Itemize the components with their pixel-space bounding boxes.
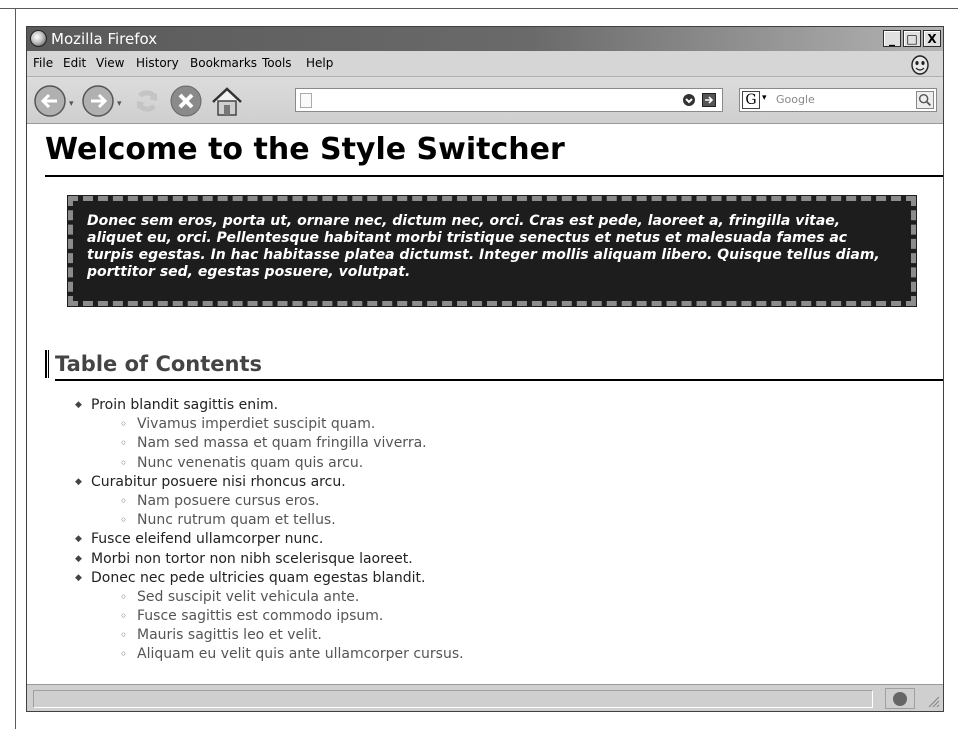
- toc-item: Donec nec pede ultricies quam egestas bl…: [27, 569, 943, 588]
- page-content: Welcome to the Style Switcher Donec sem …: [27, 124, 943, 684]
- engine-dropdown-icon: ▾: [762, 93, 767, 103]
- window-controls: _ □ X: [883, 30, 941, 47]
- toc-heading-bar: [45, 350, 49, 378]
- security-status-icon[interactable]: [893, 692, 907, 706]
- go-arrow-icon[interactable]: [702, 93, 716, 107]
- page-icon: [300, 93, 312, 108]
- resize-grip-icon[interactable]: [926, 694, 940, 708]
- back-dropdown-icon[interactable]: ▾: [69, 99, 74, 109]
- title-bar[interactable]: Mozilla Firefox _ □ X: [27, 27, 943, 51]
- window-title: Mozilla Firefox: [51, 30, 158, 48]
- search-input[interactable]: Google: [776, 89, 815, 111]
- menu-view[interactable]: View: [96, 56, 124, 70]
- home-icon[interactable]: [209, 84, 245, 118]
- toc-item: Morbi non tortor non nibh scelerisque la…: [27, 550, 943, 569]
- forward-dropdown-icon[interactable]: ▾: [117, 99, 122, 109]
- forward-icon[interactable]: [81, 84, 115, 118]
- search-engine-selector[interactable]: G ▾: [742, 91, 772, 109]
- search-icon[interactable]: [916, 91, 934, 109]
- throbber-icon: [911, 55, 929, 75]
- toc-subitem: Nunc rutrum quam et tellus.: [27, 511, 943, 530]
- menu-help[interactable]: Help: [306, 56, 333, 70]
- reload-icon[interactable]: [131, 84, 163, 118]
- status-bar: [27, 684, 943, 711]
- google-icon: G: [742, 91, 760, 109]
- minimize-button[interactable]: _: [883, 30, 901, 47]
- menu-edit[interactable]: Edit: [63, 56, 86, 70]
- toc-item: Curabitur posuere nisi rhoncus arcu.: [27, 473, 943, 492]
- toc-heading: Table of Contents: [55, 352, 263, 376]
- maximize-button[interactable]: □: [903, 30, 921, 47]
- browser-window: Mozilla Firefox _ □ X File Edit View His…: [26, 26, 944, 712]
- page-border-top: [0, 8, 958, 9]
- menu-bar: File Edit View History Bookmarks Tools H…: [27, 51, 943, 76]
- toc-subitem: Nam posuere cursus eros.: [27, 492, 943, 511]
- toc-subitem: Aliquam eu velit quis ante ullamcorper c…: [27, 645, 943, 664]
- page-border-left: [15, 8, 16, 729]
- toc-heading-underline: [55, 379, 943, 381]
- back-icon[interactable]: [33, 84, 67, 118]
- toc-subitem: Fusce sagittis est commodo ipsum.: [27, 607, 943, 626]
- toc-subitem: Mauris sagittis leo et velit.: [27, 626, 943, 645]
- menu-bookmarks[interactable]: Bookmarks: [190, 56, 257, 70]
- toc-item: Proin blandit sagittis enim.: [27, 396, 943, 415]
- status-panel: [885, 688, 915, 709]
- close-button[interactable]: X: [923, 30, 941, 47]
- intro-blockquote: Donec sem eros, porta ut, ornare nec, di…: [68, 196, 916, 306]
- title-underline: [45, 175, 943, 177]
- toc-subitem: Sed suscipit velit vehicula ante.: [27, 588, 943, 607]
- toc-subitem: Nunc venenatis quam quis arcu.: [27, 454, 943, 473]
- toc-subitem: Nam sed massa et quam fringilla viverra.: [27, 434, 943, 453]
- menu-history[interactable]: History: [136, 56, 179, 70]
- menu-file[interactable]: File: [33, 56, 53, 70]
- bookmark-star-icon[interactable]: [682, 93, 696, 107]
- url-bar[interactable]: [295, 88, 723, 112]
- navigation-toolbar: ▾ ▾ G ▾ Google: [27, 76, 943, 124]
- toc-subitem: Vivamus imperdiet suscipit quam.: [27, 415, 943, 434]
- page-title: Welcome to the Style Switcher: [45, 132, 565, 167]
- firefox-logo-icon: [30, 30, 47, 47]
- toc-item: Fusce eleifend ullamcorper nunc.: [27, 530, 943, 549]
- menu-tools[interactable]: Tools: [262, 56, 292, 70]
- stop-icon[interactable]: [169, 84, 203, 118]
- status-text: [33, 690, 873, 708]
- table-of-contents: Proin blandit sagittis enim.Vivamus impe…: [27, 396, 943, 665]
- search-box[interactable]: G ▾ Google: [739, 88, 937, 112]
